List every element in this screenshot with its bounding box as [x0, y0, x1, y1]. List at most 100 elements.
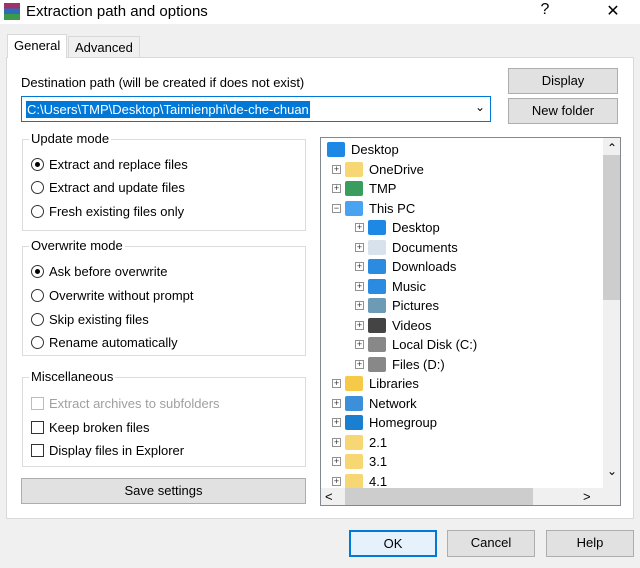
scroll-right-icon[interactable]: >	[583, 489, 591, 504]
folder-icon	[345, 434, 363, 450]
pictures-icon	[368, 298, 386, 313]
chevron-down-icon[interactable]: ⌄	[475, 100, 485, 114]
folder-icon	[345, 161, 363, 177]
radio-extract-replace[interactable]: Extract and replace files	[31, 157, 188, 172]
winrar-icon	[4, 3, 20, 20]
expand-icon[interactable]: +	[355, 301, 364, 310]
scroll-up-icon[interactable]: ⌃	[607, 141, 617, 155]
vertical-scrollbar[interactable]: ⌃ ⌄	[603, 138, 620, 488]
tree-item[interactable]: + Homegroup	[332, 413, 437, 432]
destination-path-value: C:\Users\TMP\Desktop\Taimienphi\de-che-c…	[26, 101, 310, 118]
tree-item-label: 2.1	[369, 434, 388, 450]
tree-item-label: Files (D:)	[392, 356, 445, 372]
tab-general[interactable]: General	[7, 34, 68, 58]
desktop-icon	[368, 220, 386, 235]
tree-item[interactable]: + Downloads	[355, 257, 456, 276]
close-icon[interactable]: ✕	[598, 1, 628, 21]
expand-icon[interactable]: +	[332, 379, 341, 388]
expand-icon[interactable]: +	[355, 359, 364, 369]
checkbox-extract-subfolders: Extract archives to subfolders	[31, 396, 220, 411]
folder-tree[interactable]: Desktop + OneDrive + TMP − This PC + Desktop + Doc…	[320, 137, 621, 506]
tree-item[interactable]: + Libraries	[332, 374, 419, 393]
help-button[interactable]: Help	[546, 530, 634, 557]
overwrite-mode-label: Overwrite mode	[29, 238, 125, 253]
collapse-icon[interactable]: −	[332, 203, 341, 213]
homegroup-icon	[345, 415, 363, 430]
computer-icon	[345, 200, 363, 216]
miscellaneous-group: Miscellaneous Extract archives to subfol…	[22, 369, 306, 467]
ok-button[interactable]: OK	[349, 530, 437, 557]
tree-item[interactable]: + Desktop	[355, 218, 440, 237]
tree-item[interactable]: +2.1	[332, 433, 387, 452]
tree-item-label: 3.1	[369, 454, 388, 469]
expand-icon[interactable]: +	[355, 242, 364, 252]
update-mode-group: Update mode Extract and replace files Ex…	[22, 131, 306, 231]
user-icon	[345, 181, 363, 196]
tree-item-label: Desktop	[392, 220, 440, 235]
expand-icon[interactable]: +	[355, 281, 364, 291]
tree-item[interactable]: + Pictures	[355, 296, 439, 315]
tree-item-label: Documents	[392, 239, 458, 255]
tree-item[interactable]: + OneDrive	[332, 160, 424, 179]
expand-icon[interactable]: +	[355, 340, 364, 349]
scroll-corner	[603, 488, 620, 505]
display-button[interactable]: Display	[508, 68, 618, 94]
checkbox-keep-broken[interactable]: Keep broken files	[31, 420, 149, 435]
miscellaneous-label: Miscellaneous	[29, 369, 116, 384]
radio-rename-automatically[interactable]: Rename automatically	[31, 335, 178, 350]
scroll-left-icon[interactable]: <	[325, 489, 333, 504]
tree-item-label: TMP	[369, 181, 397, 196]
window-title: Extraction path and options	[26, 3, 208, 20]
folder-icon	[345, 473, 363, 489]
radio-fresh-existing[interactable]: Fresh existing files only	[31, 204, 184, 219]
radio-skip-existing[interactable]: Skip existing files	[31, 312, 149, 327]
horizontal-scrollbar[interactable]: < >	[321, 488, 604, 505]
cancel-button[interactable]: Cancel	[447, 530, 535, 557]
tree-item[interactable]: + Network	[332, 394, 417, 413]
music-icon	[368, 278, 386, 294]
tree-item[interactable]: + Music	[355, 277, 426, 296]
tree-item[interactable]: +3.1	[332, 452, 387, 471]
tree-item[interactable]: + Local Disk (C:)	[355, 335, 477, 354]
network-icon	[345, 395, 363, 411]
tree-item[interactable]: − This PC	[332, 199, 415, 218]
tree-item-label: Network	[369, 395, 417, 411]
expand-icon[interactable]: +	[332, 437, 341, 447]
title-bar: Extraction path and options ? ✕	[0, 0, 640, 24]
expand-icon[interactable]: +	[332, 457, 341, 466]
scroll-down-icon[interactable]: ⌄	[607, 464, 617, 478]
expand-icon[interactable]: +	[332, 398, 341, 408]
checkbox-display-explorer[interactable]: Display files in Explorer	[31, 443, 184, 458]
tree-item[interactable]: + Videos	[355, 316, 432, 335]
tree-item-label: OneDrive	[369, 161, 424, 177]
drive-icon	[368, 337, 386, 352]
horizontal-scroll-thumb[interactable]	[345, 488, 533, 505]
help-icon[interactable]: ?	[530, 1, 560, 19]
expand-icon[interactable]: +	[332, 164, 341, 174]
radio-overwrite-without-prompt[interactable]: Overwrite without prompt	[31, 288, 194, 303]
desktop-icon	[327, 142, 345, 157]
expand-icon[interactable]: +	[355, 223, 364, 232]
radio-ask-before[interactable]: Ask before overwrite	[31, 264, 168, 279]
tree-item-label: Downloads	[392, 259, 457, 274]
vertical-scroll-thumb[interactable]	[603, 155, 620, 300]
tree-item-label: Music	[392, 278, 426, 294]
destination-path-input[interactable]: C:\Users\TMP\Desktop\Taimienphi\de-che-c…	[21, 96, 491, 122]
expand-icon[interactable]: +	[355, 262, 364, 271]
tree-item[interactable]: Desktop	[327, 140, 399, 159]
tree-item[interactable]: + TMP	[332, 179, 396, 198]
tree-item-label: 4.1	[369, 473, 388, 489]
tree-item-label: Videos	[392, 317, 432, 333]
tree-item[interactable]: + Documents	[355, 238, 458, 257]
expand-icon[interactable]: +	[332, 476, 341, 486]
new-folder-button[interactable]: New folder	[508, 98, 618, 124]
save-settings-button[interactable]: Save settings	[21, 478, 306, 504]
tree-item-label: Libraries	[369, 376, 419, 391]
radio-extract-update[interactable]: Extract and update files	[31, 180, 185, 195]
tab-advanced[interactable]: Advanced	[68, 36, 140, 58]
libraries-icon	[345, 376, 363, 391]
expand-icon[interactable]: +	[355, 320, 364, 330]
expand-icon[interactable]: +	[332, 184, 341, 193]
expand-icon[interactable]: +	[332, 418, 341, 427]
tree-item[interactable]: + Files (D:)	[355, 355, 445, 374]
